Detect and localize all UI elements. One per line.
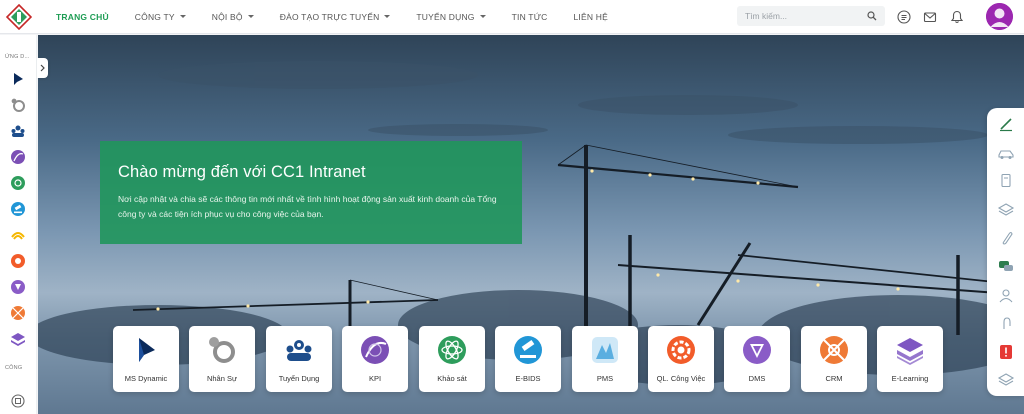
e-bids-icon (514, 336, 542, 364)
alert-icon[interactable] (997, 344, 1015, 360)
app-tile-ms-dynamic[interactable]: MS Dynamic (113, 326, 179, 392)
caret-down-icon (479, 15, 486, 18)
contact-icon[interactable] (997, 287, 1015, 303)
nav-item-1[interactable]: CÔNG TY (135, 12, 186, 22)
chat-icon[interactable] (997, 258, 1015, 274)
app-label: PMS (596, 374, 614, 383)
company-logo[interactable] (5, 3, 33, 30)
tuyen-dung-icon[interactable] (10, 123, 26, 139)
welcome-subtitle: Nơi cập nhật và chia sẽ các thông tin mớ… (118, 194, 497, 219)
app-tile-nhan-su[interactable]: Nhân Sự (189, 326, 255, 392)
app-tile-khao-sat[interactable]: Khảo sát (419, 326, 485, 392)
nav-item-label: CÔNG TY (134, 11, 175, 22)
app-label: DMS (748, 374, 766, 383)
app-tile-e-bids[interactable]: E-BIDS (495, 326, 561, 392)
app-tile-pms[interactable]: PMS (572, 326, 638, 392)
search-box[interactable] (737, 6, 885, 26)
caret-down-icon (247, 15, 254, 18)
nav-item-label: TIN TỨC (511, 11, 548, 22)
rail-toggle-button[interactable] (37, 58, 48, 78)
app-tile-kpi[interactable]: KPI (342, 326, 408, 392)
edit-icon[interactable] (997, 116, 1015, 132)
search-input[interactable] (745, 11, 865, 21)
right-floating-toolbar (987, 108, 1024, 396)
khao-sat-icon[interactable] (10, 175, 26, 191)
chevron-right-icon (40, 64, 45, 72)
app-tile-e-learning[interactable]: E-Learning (877, 326, 943, 392)
layers-icon[interactable] (997, 202, 1015, 218)
search-icon[interactable] (867, 11, 877, 21)
app-label: E-Learning (891, 374, 929, 383)
app-tile-tuyen-dung[interactable]: Tuyển Dụng (266, 326, 332, 392)
crm-icon (820, 336, 848, 364)
pms-icon[interactable] (10, 227, 26, 243)
document-icon[interactable] (897, 10, 911, 24)
nav-item-label: LIÊN HỆ (573, 11, 608, 22)
bell-icon[interactable] (950, 10, 964, 24)
nav-item-2[interactable]: NỘI BỘ (212, 12, 254, 22)
nav-item-label: NỘI BỘ (211, 11, 243, 22)
app-tile-ql-cong-viec[interactable]: QL. Công Việc (648, 326, 714, 392)
rail-section-apps: ỨNG D... (5, 54, 30, 60)
nhan-su-icon (209, 337, 235, 363)
kpi-icon[interactable] (10, 149, 26, 165)
e-bids-icon[interactable] (10, 201, 26, 217)
dms-icon[interactable] (10, 279, 26, 295)
ql-cong-viec-icon (667, 336, 695, 364)
stack-icon[interactable] (997, 372, 1015, 388)
nav-item-0[interactable]: TRANG CHỦ (56, 12, 109, 22)
document-icon[interactable] (997, 173, 1015, 189)
attachment-icon[interactable] (997, 230, 1015, 246)
tool-icon[interactable] (10, 393, 26, 409)
pms-icon (592, 337, 618, 363)
pin-icon[interactable] (997, 315, 1015, 331)
app-tile-dms[interactable]: DMS (724, 326, 790, 392)
caret-down-icon (179, 15, 186, 18)
mail-icon[interactable] (923, 10, 937, 24)
ms-dynamic-icon[interactable] (10, 71, 26, 87)
app-label: Khảo sát (437, 374, 467, 383)
app-label: KPI (368, 374, 382, 383)
dms-icon (743, 336, 771, 364)
rail-section-tools: CÔNG (5, 365, 23, 371)
top-navbar: TRANG CHỦ CÔNG TY NỘI BỘ ĐÀO TẠO TRỰC TUYẾN… (0, 0, 1024, 34)
welcome-title: Chào mừng đến với CC1 Intranet (118, 163, 366, 181)
nav-item-label: TUYỂN DỤNG (416, 11, 475, 22)
ql-cong-viec-icon[interactable] (10, 253, 26, 269)
nav-item-5[interactable]: TIN TỨC (512, 12, 548, 22)
welcome-card: Chào mừng đến với CC1 Intranet Nơi cập n… (100, 141, 522, 244)
app-label: E-BIDS (515, 374, 541, 383)
user-avatar[interactable] (986, 3, 1013, 30)
app-label: MS Dynamic (124, 374, 168, 383)
e-learning-icon (897, 338, 923, 365)
crm-icon[interactable] (10, 305, 26, 321)
khao-sat-icon (438, 336, 466, 364)
nav-item-label: TRANG CHỦ (56, 11, 109, 22)
e-learning-icon[interactable] (10, 331, 26, 347)
app-tile-crm[interactable]: CRM (801, 326, 867, 392)
app-label: Tuyển Dụng (278, 374, 320, 383)
nhan-su-icon[interactable] (10, 97, 26, 113)
caret-down-icon (384, 15, 391, 18)
nav-item-6[interactable]: LIÊN HỆ (574, 12, 608, 22)
app-label: CRM (825, 374, 843, 383)
car-icon[interactable] (997, 145, 1015, 161)
kpi-icon (361, 336, 389, 364)
left-app-rail: ỨNG D... CÔNG (0, 35, 37, 414)
ms-dynamic-icon (139, 338, 155, 362)
tuyen-dung-icon (286, 340, 312, 361)
app-label: QL. Công Việc (656, 374, 706, 383)
main-nav: TRANG CHỦ CÔNG TY NỘI BỘ ĐÀO TẠO TRỰC TUYẾN… (56, 0, 634, 34)
nav-item-4[interactable]: TUYỂN DỤNG (416, 11, 486, 22)
app-label: Nhân Sự (206, 374, 238, 383)
nav-item-3[interactable]: ĐÀO TẠO TRỰC TUYẾN (280, 12, 391, 22)
nav-item-label: ĐÀO TẠO TRỰC TUYẾN (279, 11, 380, 22)
